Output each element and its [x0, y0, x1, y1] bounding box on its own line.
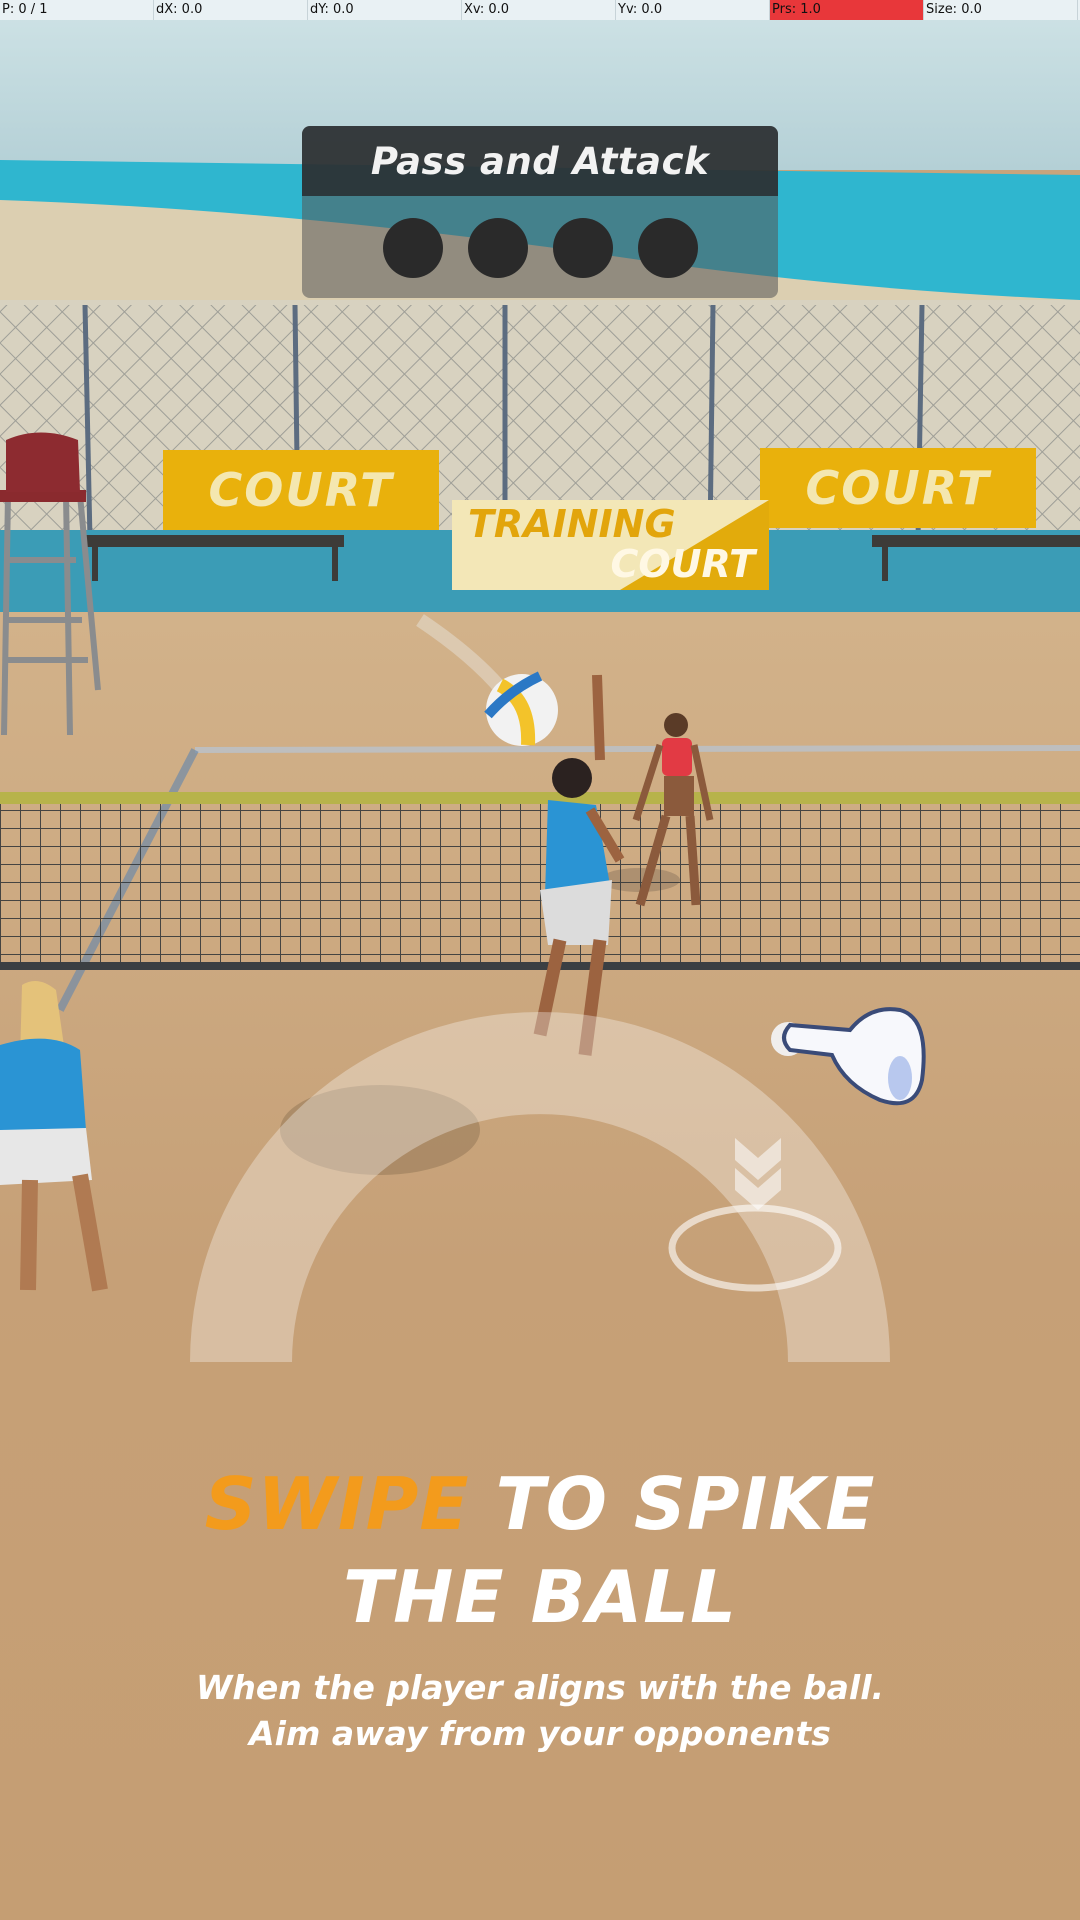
objective-header: Pass and Attack	[302, 126, 778, 196]
touch-debug-bar: P: 0 / 1 dX: 0.0 dY: 0.0 Xv: 0.0 Yv: 0.0…	[0, 0, 1080, 20]
debug-dx: dX: 0.0	[154, 0, 308, 20]
debug-size: Size: 0.0	[924, 0, 1078, 20]
debug-pointer: P: 0 / 1	[0, 0, 154, 20]
tutorial-headline-line1: SWIPE TO SPIKE	[0, 1462, 1080, 1546]
progress-dot	[467, 218, 528, 278]
debug-yv: Yv: 0.0	[616, 0, 770, 20]
objective-progress	[302, 218, 778, 278]
banner-center-line1: TRAINING	[468, 502, 676, 546]
progress-dot	[382, 218, 443, 278]
debug-pressure: Prs: 1.0	[770, 0, 924, 20]
objective-panel: Pass and Attack	[302, 126, 778, 298]
banner-right-text: COURT	[805, 461, 991, 515]
tutorial-headline-rest: TO SPIKE	[495, 1462, 876, 1546]
banner-center: TRAINING COURT	[452, 500, 769, 590]
progress-dot	[552, 218, 613, 278]
banner-left-text: COURT	[208, 463, 394, 517]
tutorial-headline-line2: THE BALL	[343, 1555, 737, 1639]
tutorial-highlight-word: SWIPE	[204, 1462, 470, 1546]
debug-dy: dY: 0.0	[308, 0, 462, 20]
tutorial-instructions: When the player aligns with the ball. Ai…	[0, 1665, 1080, 1757]
tutorial-sub-line1: When the player aligns with the ball.	[195, 1668, 885, 1707]
tutorial-sub-line2: Aim away from your opponents	[249, 1714, 831, 1753]
debug-xv: Xv: 0.0	[462, 0, 616, 20]
progress-dot	[637, 218, 698, 278]
objective-title: Pass and Attack	[370, 139, 710, 183]
banner-center-line2: COURT	[610, 542, 755, 586]
